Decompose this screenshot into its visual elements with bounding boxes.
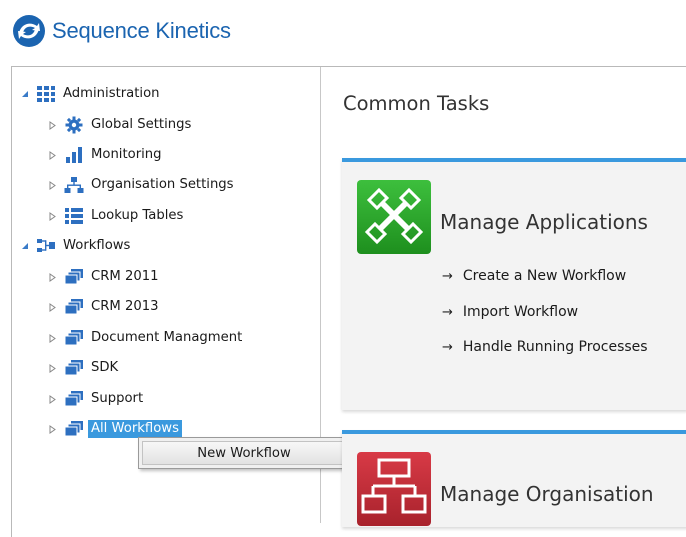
tools-icon [357,180,431,254]
tree-node-lookup-tables[interactable]: Lookup Tables [48,205,186,227]
tree-node-label: SDK [91,360,119,375]
workflow-icon [36,237,56,255]
context-menu: New Workflow [138,437,350,469]
grid-icon [36,85,56,103]
tree-node-support[interactable]: Support [48,388,146,410]
tree-node-organisation-settings[interactable]: Organisation Settings [48,174,237,196]
tree-node-label: Organisation Settings [91,177,234,192]
stack-icon [64,390,84,408]
task-link-handle-running-processes[interactable]: → Handle Running Processes [442,339,648,355]
expanded-triangle-icon[interactable] [20,241,30,251]
tree-node-document-managment[interactable]: Document Managment [48,327,245,349]
tree-node-crm-2013[interactable]: CRM 2013 [48,296,162,318]
card-manage-organisation: Manage Organisation [342,430,686,527]
arrow-right-icon: → [442,268,453,284]
collapsed-triangle-icon[interactable] [48,180,58,190]
list-icon [64,207,84,225]
tree-node-administration[interactable]: Administration [20,83,163,105]
task-link-label: Handle Running Processes [462,339,648,355]
tree-node-global-settings[interactable]: Global Settings [48,114,194,136]
task-link-create-new-workflow[interactable]: → Create a New Workflow [442,268,626,284]
collapsed-triangle-icon[interactable] [48,120,58,130]
task-link-label: Create a New Workflow [462,268,627,284]
tree-node-sdk[interactable]: SDK [48,357,121,379]
tree-node-label-selected: All Workflows [88,420,182,438]
task-link-import-workflow[interactable]: → Import Workflow [442,304,578,320]
collapsed-triangle-icon[interactable] [48,272,58,282]
org-chart-icon [64,176,84,194]
arrow-right-icon: → [442,339,453,355]
collapsed-triangle-icon[interactable] [48,302,58,312]
tree-node-label: Document Managment [91,330,243,345]
tree-node-monitoring[interactable]: Monitoring [48,144,165,166]
tree-node-label: Global Settings [91,117,192,132]
page-title: Common Tasks [343,92,490,115]
card-manage-applications: Manage Applications → Create a New Workf… [342,158,686,410]
tree-node-label: Workflows [63,238,131,253]
brand-name: Sequence Kinetics [52,18,231,43]
stack-icon [64,359,84,377]
collapsed-triangle-icon[interactable] [48,363,58,373]
tree-node-label: Monitoring [91,147,162,162]
bar-chart-icon [64,146,84,164]
card-title: Manage Applications [440,210,648,234]
stack-icon [64,420,84,438]
stack-icon [64,298,84,316]
tree-node-label: Administration [63,86,160,101]
collapsed-triangle-icon[interactable] [48,394,58,404]
expanded-triangle-icon[interactable] [20,89,30,99]
collapsed-triangle-icon[interactable] [48,424,58,434]
tree-node-label: Support [91,391,144,406]
stack-icon [64,268,84,286]
tree-node-crm-2011[interactable]: CRM 2011 [48,266,162,288]
tree-node-label: CRM 2013 [91,299,159,314]
context-menu-item-new-workflow[interactable]: New Workflow [142,441,346,465]
tree-node-label: CRM 2011 [91,269,159,284]
stack-icon [64,329,84,347]
arrow-right-icon: → [442,304,453,320]
collapsed-triangle-icon[interactable] [48,150,58,160]
collapsed-triangle-icon[interactable] [48,211,58,221]
collapsed-triangle-icon[interactable] [48,333,58,343]
task-link-label: Import Workflow [462,304,579,320]
sequence-kinetics-logo-icon [13,15,45,47]
card-title: Manage Organisation [440,482,654,506]
gear-icon [64,116,84,134]
tree-node-label: Lookup Tables [91,208,184,223]
tree-node-workflows[interactable]: Workflows [20,235,133,257]
org-icon [357,452,431,526]
brand-logo: Sequence Kinetics [12,14,231,48]
